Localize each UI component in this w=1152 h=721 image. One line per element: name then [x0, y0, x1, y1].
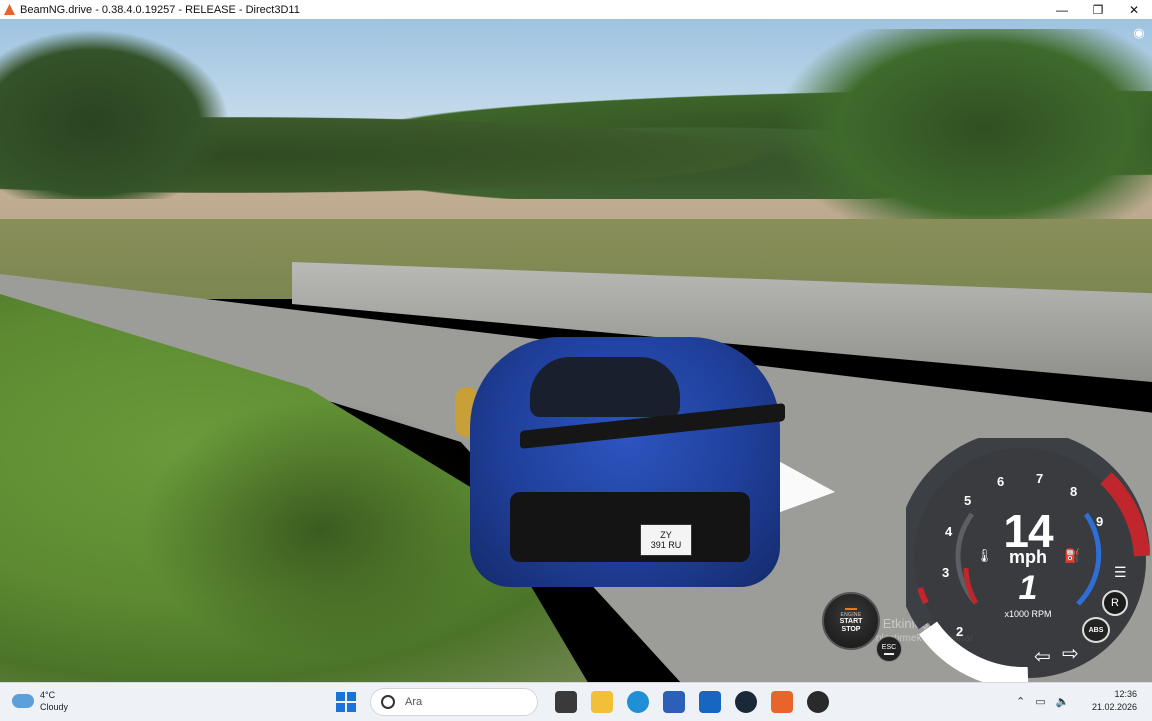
clock-time: 12:36 [1114, 689, 1137, 699]
engine-indicator-light [845, 608, 857, 610]
edge-icon[interactable] [627, 691, 649, 713]
chevron-up-icon[interactable]: ⌃ [1016, 695, 1025, 708]
player-car: ZY 391 RU [450, 327, 790, 607]
weather-description: Cloudy [40, 702, 69, 712]
app-with-badge-icon[interactable] [807, 691, 829, 713]
windows-taskbar: 4°C Cloudy Ara ⌃ ▭ 🔈 12:36 21.02.2026 [0, 682, 1152, 721]
start-button[interactable] [336, 692, 356, 712]
taskbar-search[interactable]: Ara [370, 688, 538, 716]
network-icon[interactable]: ▭ [1035, 695, 1045, 708]
temperature-icon: 🌡 [976, 548, 993, 563]
cloud-icon [12, 694, 34, 708]
rpm-tick-label: 8 [1070, 484, 1078, 499]
steam-icon[interactable] [735, 691, 757, 713]
window-title-bar[interactable]: BeamNG.drive - 0.38.4.0.19257 - RELEASE … [0, 0, 1152, 20]
weather-text: 4°C Cloudy [40, 689, 68, 713]
file-explorer-icon[interactable] [591, 691, 613, 713]
clock-date: 21.02.2026 [1091, 702, 1137, 712]
plate-line-1: ZY [660, 530, 672, 540]
search-icon [381, 695, 395, 709]
trees-left [0, 29, 230, 199]
camera-eye-icon[interactable]: ◉ [1131, 25, 1147, 40]
esc-label: ESC [881, 643, 897, 651]
esc-bar [884, 652, 894, 655]
close-button[interactable]: ✕ [1116, 0, 1152, 19]
shadow-patch [140, 399, 500, 659]
task-view-icon[interactable] [555, 691, 577, 713]
system-tray: ⌃ ▭ 🔈 [1016, 695, 1079, 708]
esc-indicator: ESC [876, 636, 902, 662]
maximize-button[interactable]: ❐ [1080, 0, 1116, 19]
store-icon[interactable] [663, 691, 685, 713]
license-plate: ZY 391 RU [640, 524, 692, 556]
rpm-tick-label: 2 [956, 624, 964, 639]
reverse-indicator-icon: R [1102, 590, 1128, 616]
car-rear-window [530, 357, 680, 417]
beamng-app-icon [4, 4, 15, 15]
window-title: BeamNG.drive - 0.38.4.0.19257 - RELEASE … [20, 3, 300, 16]
engine-start-stop-button[interactable]: ENGINE START STOP [822, 592, 880, 650]
turn-signal-right-icon: ⇨ [1062, 643, 1079, 665]
engine-stop-label: STOP [841, 626, 861, 633]
engine-start-label: START [839, 618, 863, 625]
fuel-icon: ⛽ [1064, 548, 1081, 563]
abs-icon: ABS [1082, 617, 1110, 643]
headlight-icon: ☰ [1114, 564, 1127, 580]
taskbar-clock[interactable]: 12:36 21.02.2026 [1092, 688, 1137, 714]
taskbar-apps: Ara [336, 688, 836, 716]
rpm-tick-label: 6 [997, 474, 1005, 489]
minimize-button[interactable]: — [1044, 0, 1080, 19]
window-controls: — ❐ ✕ [1044, 0, 1152, 19]
speed-rpm-gauge: 2 3 4 5 6 7 8 9 14 mph 1 x1000 RPM 🌡 ⛽ ☰… [906, 438, 1150, 682]
beamng-icon[interactable] [771, 691, 793, 713]
outlook-icon[interactable] [699, 691, 721, 713]
plate-line-2: 391 RU [650, 540, 682, 550]
car-rear-diffuser [510, 492, 750, 562]
rpm-tick-label: 7 [1036, 471, 1044, 486]
weather-widget[interactable]: 4°C Cloudy [12, 689, 68, 713]
trees-right [780, 29, 1152, 249]
search-placeholder: Ara [405, 696, 423, 708]
volume-icon[interactable]: 🔈 [1056, 695, 1070, 708]
weather-temperature: 4°C [40, 690, 56, 700]
turn-signal-left-icon: ⇦ [1034, 646, 1051, 668]
